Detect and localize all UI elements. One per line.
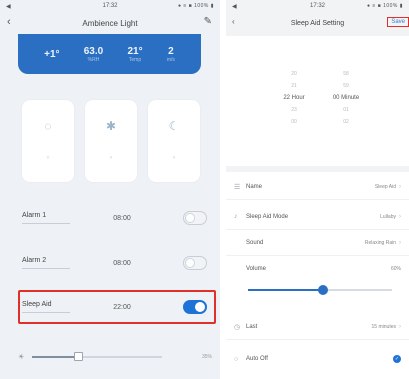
edit-icon[interactable]: ✎ — [204, 16, 212, 27]
wheel-item[interactable]: 00 — [291, 116, 297, 128]
setting-value: Lullaby — [380, 213, 396, 220]
mode-card-night[interactable]: ☾ ◦ — [148, 100, 200, 182]
ambience-light-screen: ◀ 17:32 ● ≡ ■ 100% ▮ ‹ Ambience Light ✎ … — [0, 0, 220, 379]
setting-sleep-aid-mode[interactable]: ♪ Sleep Aid Mode Lullaby › — [226, 204, 409, 230]
slider-track[interactable] — [32, 352, 163, 361]
stat-value: 63.0 — [83, 45, 104, 57]
wheel-item-selected[interactable]: 00 Minute — [333, 92, 359, 104]
nav-bar: ‹ Ambience Light ✎ — [0, 12, 220, 34]
mode-card-light[interactable]: ◌ ◦ — [22, 100, 74, 182]
mode-indicator-icon: ◦ — [172, 151, 176, 162]
setting-volume: Volume 60% — [226, 256, 409, 282]
back-icon[interactable]: ‹ — [7, 16, 11, 28]
stat-unit: m/s — [166, 56, 175, 63]
page-title: Sleep Aid Setting — [290, 19, 345, 27]
save-button[interactable]: Save — [387, 17, 409, 27]
alarm-row-1[interactable]: Alarm 1 08:00 — [22, 203, 217, 233]
brightness-icon: ☀ — [18, 354, 25, 361]
alarm-name: Alarm 1 — [22, 212, 47, 219]
wheel-item[interactable]: 01 — [343, 104, 349, 116]
setting-auto-off[interactable]: ○ Auto Off ✓ — [226, 346, 409, 372]
stat-item: 63.0 %RH — [84, 46, 103, 63]
music-icon: ♪ — [234, 213, 238, 220]
chevron-right-icon: › — [399, 239, 401, 246]
slider-fill — [32, 356, 78, 358]
name-icon: ☰ — [234, 183, 241, 191]
slider-thumb[interactable] — [73, 352, 83, 361]
stat-item: 21° Temp — [127, 46, 142, 63]
highlight-box — [18, 290, 216, 324]
brightness-slider[interactable]: ☀ 35% — [18, 350, 212, 364]
status-time: 17:32 — [102, 3, 118, 9]
toggle-knob — [185, 213, 195, 223]
settings-list: ☰ Name Sleep Aid › ♪ Sleep Aid Mode Lull… — [226, 172, 409, 379]
alarm-subtitle-line — [22, 223, 70, 224]
wheel-item[interactable]: 23 — [291, 104, 297, 116]
wheel-item[interactable]: 20 — [291, 68, 297, 80]
time-picker[interactable]: 20 21 22 Hour 23 00 58 59 00 Minute 01 0… — [226, 36, 409, 166]
setting-label: Volume — [246, 266, 267, 272]
stat-item: +1° — [44, 49, 59, 60]
wheel-item-selected[interactable]: 22 Hour — [283, 92, 304, 104]
nav-bar: ‹ Sleep Aid Setting Save — [226, 12, 409, 34]
mode-indicator-icon: ◦ — [109, 151, 113, 162]
alarm-time: 08:00 — [113, 259, 131, 267]
setting-value: Sleep Aid — [374, 183, 396, 190]
fan-icon: ✱ — [105, 119, 117, 134]
setting-label: Name — [246, 183, 263, 190]
environment-stats-card: +1° 63.0 %RH 21° Temp 2 m/s — [18, 34, 201, 74]
setting-label: Last — [246, 323, 258, 330]
mode-cards: ◌ ◦ ✱ ◦ ☾ ◦ — [22, 100, 200, 182]
alarm-subtitle-line — [22, 268, 70, 269]
setting-sound[interactable]: Sound Relaxing Rain › — [226, 230, 409, 256]
chevron-right-icon: › — [399, 323, 401, 330]
setting-value: Relaxing Rain — [364, 239, 396, 246]
minute-wheel[interactable]: 58 59 00 Minute 01 02 — [326, 44, 366, 128]
moon-icon: ☾ — [168, 119, 180, 134]
alarm-toggle[interactable] — [183, 256, 207, 270]
alarm-time: 08:00 — [113, 214, 131, 222]
bulb-icon: ◌ — [44, 119, 52, 134]
mode-card-fan[interactable]: ✱ ◦ — [85, 100, 137, 182]
back-icon[interactable]: ‹ — [232, 17, 235, 26]
slider-thumb[interactable] — [317, 285, 328, 295]
alarm-toggle[interactable] — [183, 211, 207, 225]
setting-value: 15 minutes — [371, 323, 396, 330]
wheel-item[interactable]: 58 — [343, 68, 349, 80]
chevron-right-icon: › — [399, 183, 401, 190]
status-bar: ◀ 17:32 ● ≡ ■ 100% ▮ — [0, 0, 220, 12]
wheel-item[interactable]: 02 — [343, 116, 349, 128]
status-bar: ◀ 17:32 ● ≡ ■ 100% ▮ — [226, 0, 409, 12]
chevron-right-icon: › — [399, 213, 401, 220]
toggle-knob — [185, 258, 195, 268]
setting-label: Sound — [246, 239, 264, 246]
stat-unit: %RH — [87, 56, 100, 63]
sleep-aid-setting-screen: ◀ 17:32 ● ≡ ■ 100% ▮ ‹ Sleep Aid Setting… — [226, 0, 409, 379]
alarm-row-2[interactable]: Alarm 2 08:00 — [22, 248, 217, 278]
page-title: Ambience Light — [82, 18, 138, 28]
clock-icon: ◷ — [234, 323, 241, 331]
stat-unit: Temp — [128, 56, 142, 63]
setting-last[interactable]: ◷ Last 15 minutes › — [226, 314, 409, 340]
setting-value: 60% — [390, 266, 401, 272]
mode-indicator-icon: ◦ — [46, 151, 50, 162]
stat-value: 21° — [127, 45, 143, 57]
stat-item: 2 m/s — [167, 46, 175, 63]
wheel-item[interactable]: 21 — [291, 80, 297, 92]
status-time: 17:32 — [309, 3, 325, 9]
stat-value: +1° — [44, 48, 60, 60]
wheel-item[interactable]: 59 — [343, 80, 349, 92]
alarm-name: Alarm 2 — [22, 257, 47, 264]
auto-off-check-icon[interactable]: ✓ — [393, 355, 401, 363]
setting-label: Sleep Aid Mode — [246, 213, 289, 220]
power-icon: ○ — [234, 355, 239, 363]
volume-slider[interactable] — [248, 285, 392, 295]
slider-fill — [248, 289, 323, 291]
brightness-value: 35% — [201, 354, 212, 360]
hour-wheel[interactable]: 20 21 22 Hour 23 00 — [274, 44, 314, 128]
stat-value: 2 — [168, 45, 174, 57]
setting-label: Auto Off — [246, 356, 268, 362]
setting-name[interactable]: ☰ Name Sleep Aid › — [226, 174, 409, 200]
